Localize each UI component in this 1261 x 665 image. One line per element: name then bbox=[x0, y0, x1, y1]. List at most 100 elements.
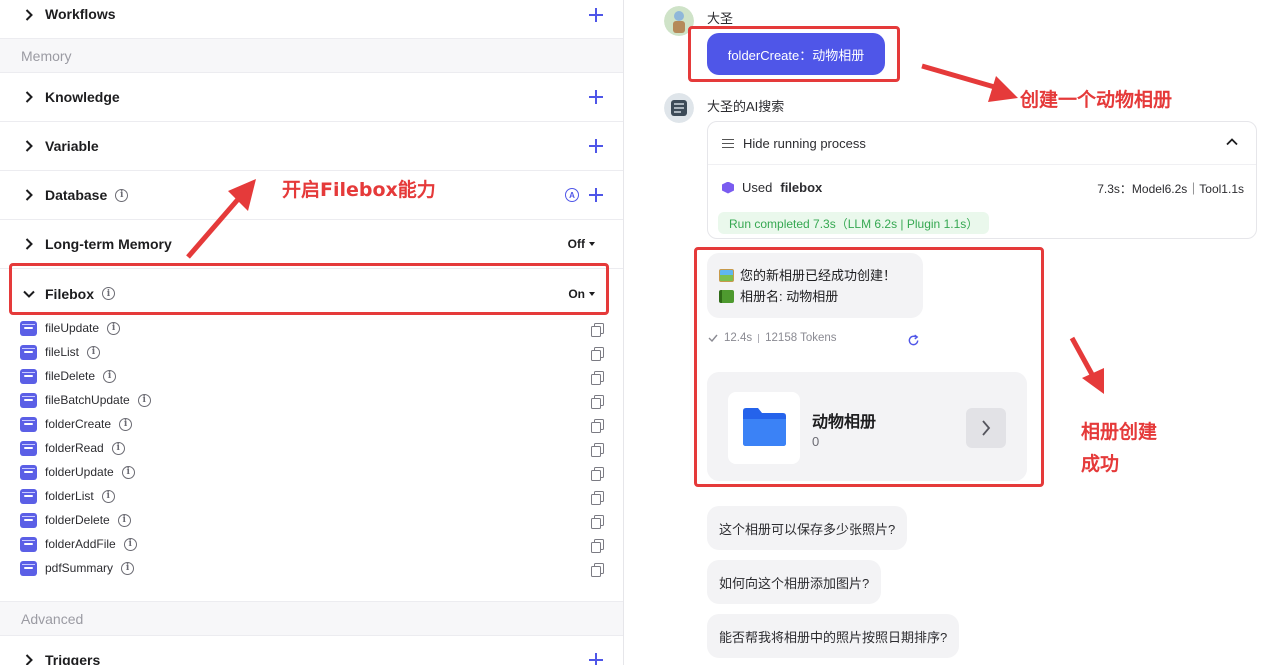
section-workflows[interactable]: Workflows bbox=[0, 0, 623, 39]
chevron-right-icon bbox=[22, 188, 36, 202]
tool-icon bbox=[20, 560, 37, 576]
add-knowledge-plus-icon[interactable] bbox=[589, 90, 603, 104]
section-label: Triggers bbox=[45, 652, 101, 665]
annotation-arrow-icon bbox=[1069, 336, 1104, 394]
toggle-value: Off bbox=[567, 237, 585, 251]
tool-item[interactable]: folderRead i bbox=[20, 438, 125, 458]
info-icon[interactable]: i bbox=[103, 369, 117, 383]
copy-icon[interactable] bbox=[591, 563, 604, 577]
tool-label: folderAddFile bbox=[45, 537, 116, 551]
running-process-card: Hide running process Used filebox 7.3s：M… bbox=[707, 121, 1257, 239]
info-icon[interactable]: i bbox=[111, 441, 125, 455]
copy-icon[interactable] bbox=[591, 515, 604, 529]
add-trigger-plus-icon[interactable] bbox=[589, 653, 603, 665]
annotation-album-success-2: 成功 bbox=[1081, 453, 1120, 475]
tool-item[interactable]: fileUpdate i bbox=[20, 318, 121, 338]
add-variable-plus-icon[interactable] bbox=[589, 139, 603, 153]
user-name: 大圣 bbox=[707, 11, 734, 26]
tool-label: fileDelete bbox=[45, 369, 96, 383]
info-icon[interactable]: i bbox=[119, 417, 133, 431]
info-icon[interactable]: i bbox=[123, 537, 137, 551]
tool-icon bbox=[20, 416, 37, 432]
info-icon[interactable]: i bbox=[115, 188, 129, 202]
group-label-memory: Memory bbox=[21, 48, 72, 64]
copy-icon[interactable] bbox=[591, 371, 604, 385]
info-icon[interactable]: i bbox=[121, 561, 135, 575]
tool-label: fileBatchUpdate bbox=[45, 393, 130, 407]
long-term-memory-toggle[interactable]: Off bbox=[568, 237, 595, 251]
copy-icon[interactable] bbox=[591, 395, 604, 409]
tool-label: fileUpdate bbox=[45, 321, 100, 335]
process-toggle-label: Hide running process bbox=[743, 136, 866, 151]
tool-label: folderCreate bbox=[45, 417, 112, 431]
annotation-arrow-icon bbox=[186, 179, 256, 259]
tool-icon bbox=[20, 320, 37, 336]
copy-icon[interactable] bbox=[591, 419, 604, 433]
tool-icon bbox=[20, 368, 37, 384]
tool-label: folderDelete bbox=[45, 513, 110, 527]
used-prefix: Used bbox=[742, 180, 773, 195]
info-icon[interactable]: i bbox=[107, 321, 121, 335]
add-workflow-plus-icon[interactable] bbox=[589, 8, 603, 22]
info-icon[interactable]: i bbox=[101, 489, 115, 503]
bot-avatar[interactable] bbox=[664, 93, 694, 123]
chevron-right-icon bbox=[22, 8, 36, 22]
suggestion-chip[interactable]: 这个相册可以保存多少张照片? bbox=[707, 506, 908, 550]
tool-item[interactable]: fileDelete i bbox=[20, 366, 117, 386]
tool-icon bbox=[20, 488, 37, 504]
used-tool-name: filebox bbox=[780, 180, 823, 195]
info-icon[interactable]: i bbox=[87, 345, 101, 359]
info-icon[interactable]: i bbox=[117, 513, 131, 527]
section-label: Knowledge bbox=[45, 89, 120, 105]
info-icon[interactable]: i bbox=[137, 393, 151, 407]
tool-label: fileList bbox=[45, 345, 80, 359]
tool-item[interactable]: fileBatchUpdate i bbox=[20, 390, 151, 410]
copy-icon[interactable] bbox=[591, 539, 604, 553]
annotation-enable-filebox: 开启Filebox能力 bbox=[282, 179, 436, 201]
chevron-right-icon bbox=[22, 237, 36, 251]
tool-item[interactable]: folderUpdate i bbox=[20, 462, 135, 482]
auto-mode-icon[interactable]: A bbox=[565, 188, 579, 202]
section-long-term-memory[interactable]: Long-term Memory Off bbox=[0, 220, 623, 269]
copy-icon[interactable] bbox=[591, 443, 604, 457]
tool-item[interactable]: folderDelete i bbox=[20, 510, 131, 530]
annotation-album-success-1: 相册创建 bbox=[1081, 421, 1158, 443]
group-label-advanced: Advanced bbox=[21, 611, 84, 627]
tool-item[interactable]: folderCreate i bbox=[20, 414, 133, 434]
section-variable[interactable]: Variable bbox=[0, 122, 623, 171]
tool-item[interactable]: pdfSummary i bbox=[20, 558, 135, 578]
memory-group-header: Memory bbox=[0, 39, 623, 73]
copy-icon[interactable] bbox=[591, 323, 604, 337]
tool-item[interactable]: folderAddFile i bbox=[20, 534, 137, 554]
process-timing: 7.3s：Model6.2s｜Tool1.1s bbox=[1097, 182, 1244, 196]
highlight-box-user-message bbox=[688, 26, 900, 82]
tool-item[interactable]: fileList i bbox=[20, 342, 101, 362]
section-knowledge[interactable]: Knowledge bbox=[0, 73, 623, 122]
divider bbox=[708, 164, 1256, 165]
chevron-right-icon bbox=[22, 90, 36, 104]
tool-label: folderList bbox=[45, 489, 94, 503]
dropdown-caret-icon bbox=[589, 242, 595, 246]
tool-icon bbox=[20, 344, 37, 360]
section-triggers[interactable]: Triggers bbox=[0, 636, 623, 665]
settings-panel: Workflows Memory Knowledge Variable Data… bbox=[0, 0, 624, 665]
tool-label: folderRead bbox=[45, 441, 104, 455]
copy-icon[interactable] bbox=[591, 347, 604, 361]
copy-icon[interactable] bbox=[591, 491, 604, 505]
tool-icon bbox=[20, 464, 37, 480]
used-tool-row: Used filebox bbox=[722, 180, 822, 195]
info-icon[interactable]: i bbox=[121, 465, 135, 479]
tool-icon bbox=[20, 536, 37, 552]
suggestion-chip[interactable]: 如何向这个相册添加图片? bbox=[707, 560, 882, 604]
copy-icon[interactable] bbox=[591, 467, 604, 481]
tool-icon bbox=[20, 392, 37, 408]
chevron-up-icon[interactable] bbox=[1226, 138, 1238, 146]
plugin-cube-icon bbox=[722, 181, 734, 194]
section-label: Long-term Memory bbox=[45, 236, 172, 252]
suggestion-chip[interactable]: 能否帮我将相册中的照片按照日期排序? bbox=[707, 614, 960, 658]
section-label: Database i bbox=[45, 187, 129, 203]
add-database-plus-icon[interactable] bbox=[589, 188, 603, 202]
tool-item[interactable]: folderList i bbox=[20, 486, 115, 506]
hide-process-toggle[interactable]: Hide running process bbox=[722, 136, 866, 151]
tool-icon bbox=[20, 512, 37, 528]
